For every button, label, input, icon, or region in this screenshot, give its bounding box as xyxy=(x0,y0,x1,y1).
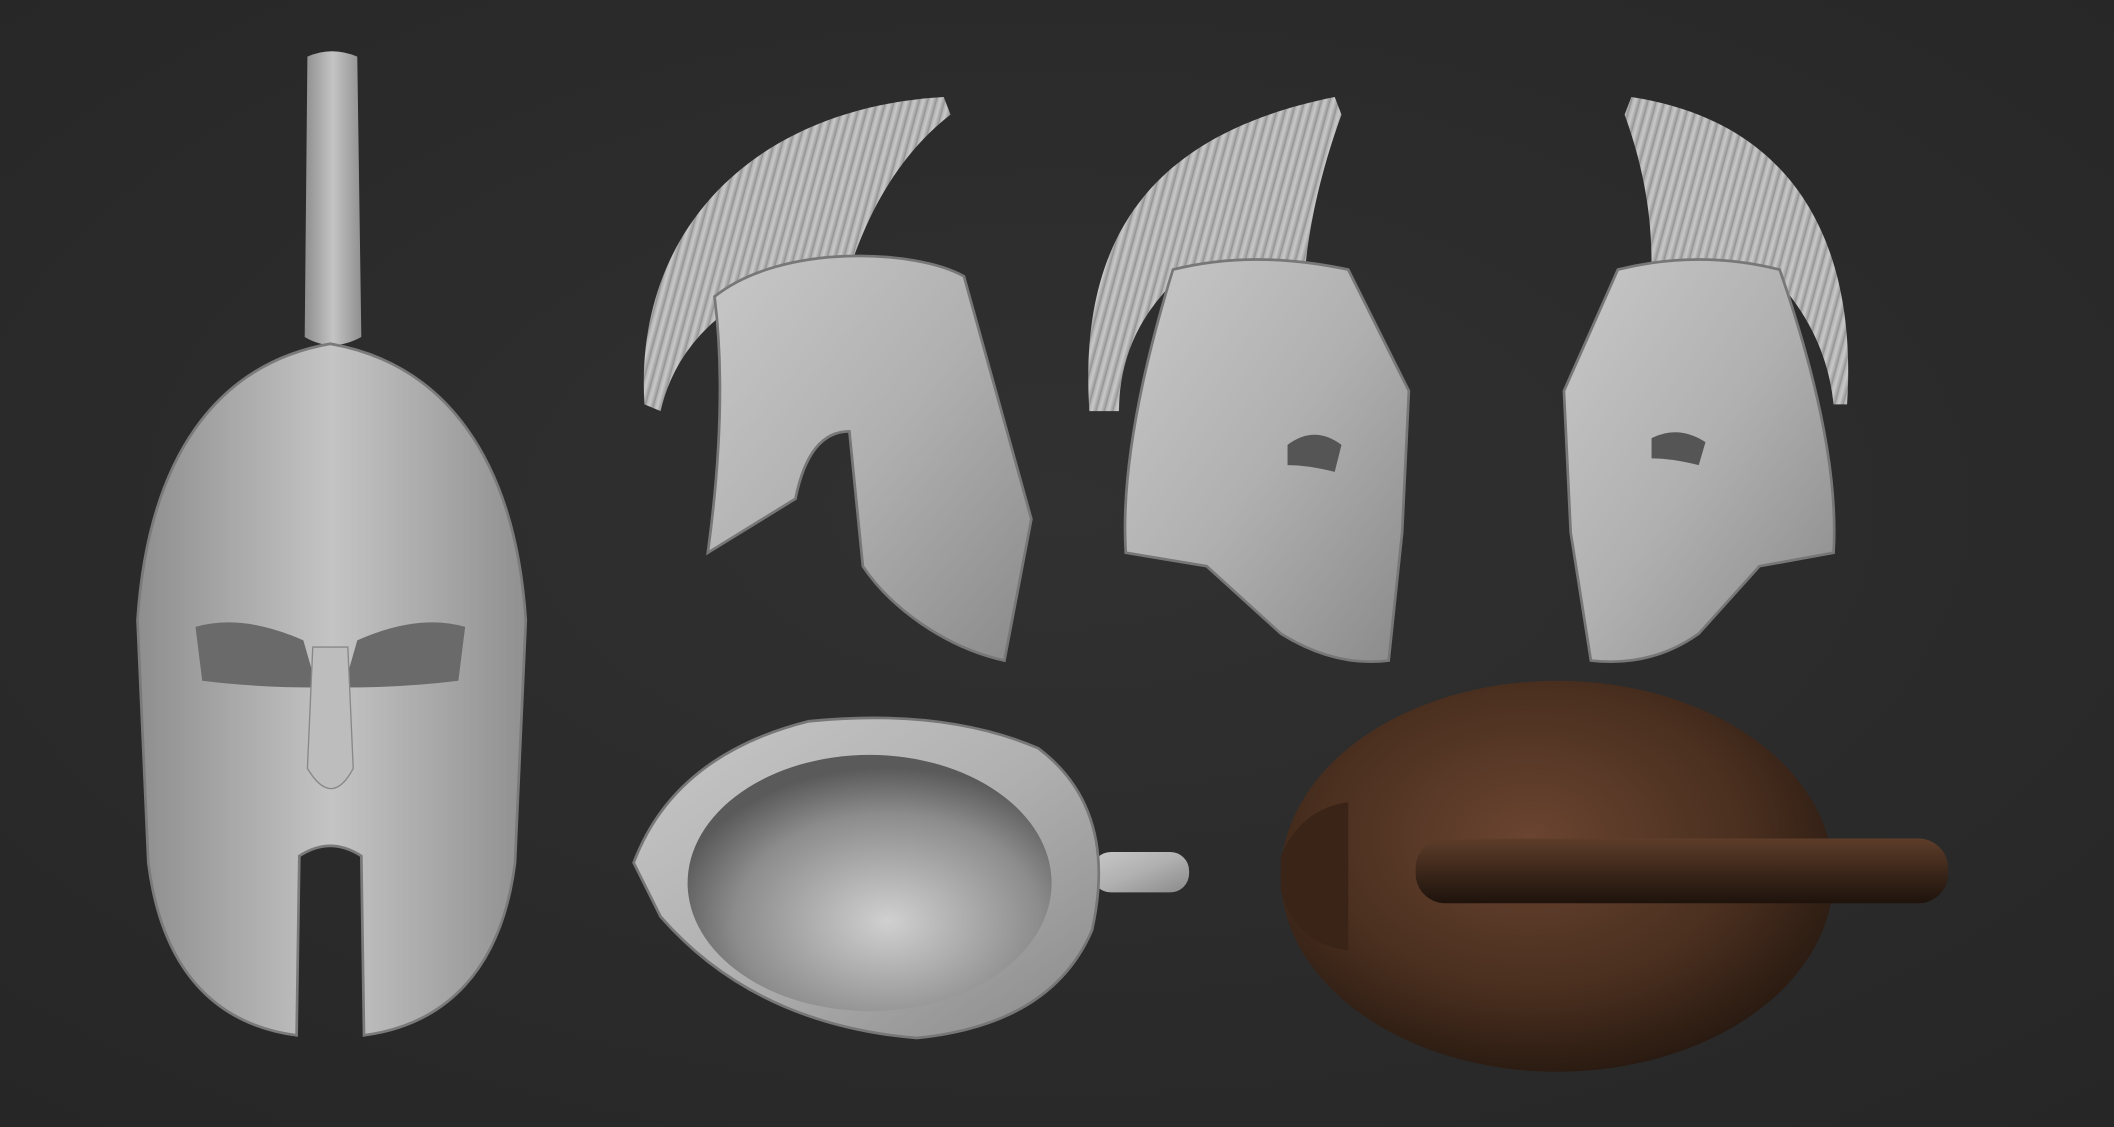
helmet-render-sheet xyxy=(0,0,2114,1127)
